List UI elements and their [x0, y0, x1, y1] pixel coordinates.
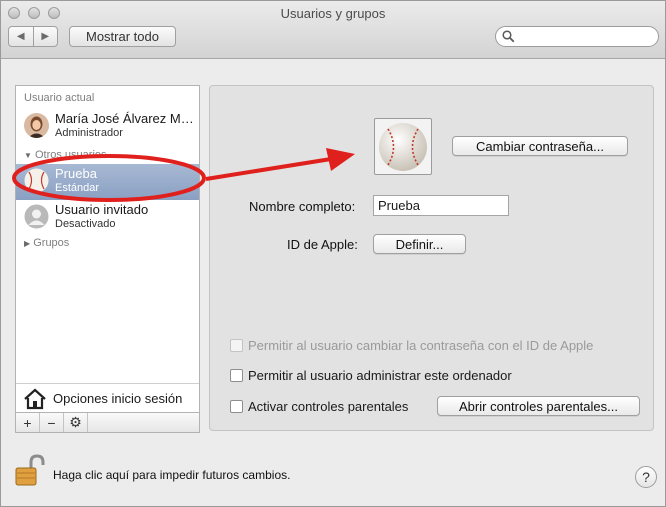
guest-avatar-icon: [24, 204, 49, 229]
full-name-field[interactable]: Prueba: [373, 195, 509, 216]
login-options-label: Opciones inicio sesión: [53, 391, 183, 406]
user-row-current[interactable]: María José Álvarez M… Administrador: [16, 109, 199, 145]
user-row-guest[interactable]: Usuario invitado Desactivado: [16, 200, 199, 236]
show-all-button[interactable]: Mostrar todo: [69, 26, 176, 47]
user-picture-well[interactable]: [374, 118, 432, 175]
add-user-button[interactable]: +: [16, 413, 40, 432]
user-avatar: [24, 113, 49, 138]
user-role: Estándar: [55, 182, 100, 194]
lock-message[interactable]: Haga clic aquí para impedir futuros camb…: [53, 468, 290, 482]
lock-icon[interactable]: [14, 453, 46, 487]
allow-admin-option[interactable]: Permitir al usuario administrar este ord…: [230, 368, 512, 383]
sidebar-toolbar: + − ⚙: [16, 412, 199, 432]
allow-reset-password-label: Permitir al usuario cambiar la contraseñ…: [248, 338, 594, 353]
full-name-label: Nombre completo:: [249, 199, 356, 214]
current-user-header: Usuario actual: [24, 92, 95, 104]
groups-header[interactable]: ▶ Grupos: [24, 237, 69, 249]
users-sidebar: Usuario actual María José Álvarez M… Adm…: [15, 85, 200, 433]
allow-admin-checkbox[interactable]: [230, 369, 243, 382]
search-icon: [502, 30, 515, 43]
open-parental-controls-button[interactable]: Abrir controles parentales...: [437, 396, 640, 416]
back-button[interactable]: ◀: [9, 27, 33, 46]
allow-admin-label: Permitir al usuario administrar este ord…: [248, 368, 512, 383]
toolbar: Usuarios y grupos ◀ ▶ Mostrar todo: [1, 1, 665, 59]
window-title: Usuarios y grupos: [280, 6, 386, 21]
system-preferences-window: Usuarios y grupos ◀ ▶ Mostrar todo Usuar…: [0, 0, 666, 507]
parental-controls-checkbox[interactable]: [230, 400, 243, 413]
allow-reset-password-checkbox: [230, 339, 243, 352]
user-role: Desactivado: [55, 218, 116, 230]
other-users-header: ▼ Otros usuarios: [24, 149, 107, 161]
apple-id-label: ID de Apple:: [287, 237, 358, 252]
define-apple-id-button[interactable]: Definir...: [373, 234, 466, 254]
parental-controls-label: Activar controles parentales: [248, 399, 409, 414]
remove-user-button[interactable]: −: [40, 413, 64, 432]
gear-icon[interactable]: ⚙: [64, 413, 88, 432]
forward-button[interactable]: ▶: [32, 27, 58, 46]
user-name: Usuario invitado: [55, 202, 149, 217]
user-name: Prueba: [55, 166, 97, 181]
baseball-icon: [379, 123, 427, 171]
search-input[interactable]: [495, 26, 659, 47]
disclosure-expanded-icon: ▼: [24, 151, 32, 160]
allow-reset-password-option: Permitir al usuario cambiar la contraseñ…: [230, 338, 593, 353]
user-name: María José Álvarez M…: [55, 111, 194, 126]
parental-controls-option[interactable]: Activar controles parentales: [230, 399, 408, 414]
house-icon: [24, 388, 46, 410]
disclosure-collapsed-icon: ▶: [24, 239, 31, 248]
login-options-item[interactable]: Opciones inicio sesión: [16, 383, 199, 413]
change-password-button[interactable]: Cambiar contraseña...: [452, 136, 628, 156]
nav-buttons: ◀ ▶: [8, 26, 58, 47]
user-row-prueba[interactable]: Prueba Estándar: [16, 164, 199, 200]
help-button[interactable]: ?: [635, 466, 657, 488]
user-role: Administrador: [55, 127, 123, 139]
baseball-avatar-icon: [24, 168, 49, 193]
